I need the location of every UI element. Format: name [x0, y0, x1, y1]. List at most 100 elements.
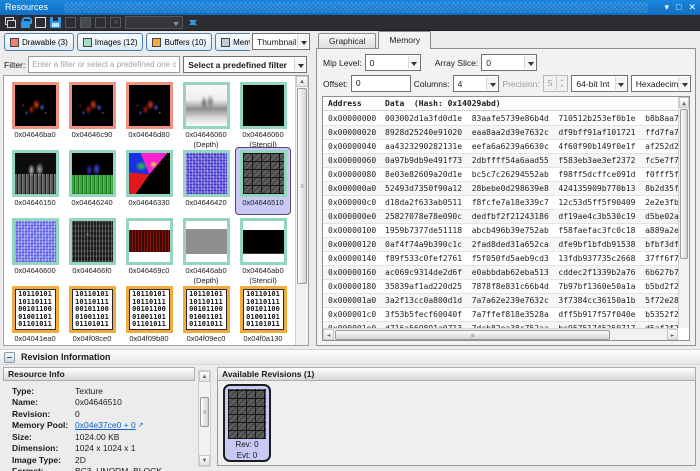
save-icon[interactable]: [50, 17, 61, 28]
int-format-select[interactable]: 64-bit Int: [571, 75, 627, 92]
hex-row[interactable]: 0x000000c0 d18da2f633ab0511 f8fcfe7a18e3…: [323, 196, 678, 210]
thumbnail-tile[interactable]: 0x04646060 (Depth): [178, 79, 234, 147]
thumbnail-tile[interactable]: 10110101 10110111 00101100 01001101 0110…: [121, 283, 177, 345]
scrollbar-thumb[interactable]: [680, 109, 688, 259]
scrollbar-thumb[interactable]: ≡: [297, 88, 307, 284]
resource-info-value[interactable]: 0x04e37ce0 + 0: [75, 420, 136, 430]
thumbnail-image: 10110101 10110111 00101100 01001101 0110…: [183, 286, 230, 333]
hex-row[interactable]: 0x00000060 0a97b9db9e491f73 2dbffff54a6a…: [323, 154, 678, 168]
thumbnail-tile[interactable]: 0x046469c0: [121, 215, 177, 283]
thumbnail-tile[interactable]: 0x04646ab0 (Stencil): [235, 215, 291, 283]
resource-info-label: Name:: [12, 397, 75, 407]
scrollbar-thumb[interactable]: ≡: [200, 397, 209, 427]
thumbnail-tile[interactable]: 0x04646420: [178, 147, 234, 215]
filter-row: Filter: Select a predefined filter: [4, 56, 310, 73]
hex-row[interactable]: 0x000001a0 3a2f13cc0a800d1d 7a7a62e239e7…: [323, 294, 678, 308]
buffer-binary-preview: 10110101 10110111 00101100 01001101 0110…: [186, 289, 227, 329]
filter-input[interactable]: [28, 56, 180, 73]
columns-select[interactable]: 4: [453, 75, 500, 92]
hex-row[interactable]: 0x00000040 aa4323290282131e eefa6a6239a6…: [323, 140, 678, 154]
hex-row[interactable]: 0x000000e0 25827078e78e090c dedfbf2f2124…: [323, 210, 678, 224]
predefined-filter-select[interactable]: Select a predefined filter: [183, 56, 307, 73]
tab-memory[interactable]: Memory: [378, 31, 431, 49]
toolbar: [0, 15, 700, 31]
scroll-left-icon[interactable]: ◄: [323, 329, 334, 340]
offset-input[interactable]: 0: [351, 75, 411, 92]
thumbnail-tile[interactable]: 0x04646240: [64, 147, 120, 215]
thumbnail-tile[interactable]: 10110101 10110111 00101100 01001101 0110…: [64, 283, 120, 345]
revision-information-title: Revision Information: [21, 352, 111, 362]
filter-button-memory[interactable]: Memory (20): [215, 33, 250, 51]
hex-row[interactable]: 0x00000000 003002d1a3fd0d1e 83aafe5739e8…: [323, 112, 678, 126]
thumbnail-tile[interactable]: 0x04646ba0: [7, 79, 63, 147]
view-mode-select[interactable]: Thumbnails: [252, 33, 310, 50]
hex-vertical-scrollbar[interactable]: ▲: [678, 97, 689, 328]
display-format-select[interactable]: Hexadecimal: [631, 75, 691, 92]
disabled-tool-3-icon[interactable]: [95, 17, 106, 28]
hex-row[interactable]: 0x000000a0 52493d7350f90a12 28bebe0d2986…: [323, 182, 678, 196]
thumbnail-tile[interactable]: 0x04646ab0 (Depth): [178, 215, 234, 283]
thumbnail-tile[interactable]: 0x04646060 (Stencil): [235, 79, 291, 147]
thumbnail-scrollbar[interactable]: ▲ ≡: [295, 76, 308, 345]
revision-card[interactable]: Rev: 0 Evt: 0: [223, 384, 271, 462]
resource-info-scrollbar[interactable]: ▲ ≡ ▼: [198, 370, 211, 467]
tab-graphical[interactable]: Graphical: [318, 33, 376, 49]
scroll-right-icon[interactable]: ►: [667, 329, 678, 340]
predefined-filter-value: Select a predefined filter: [188, 60, 287, 70]
titlebar[interactable]: Resources ▾ □ ✕: [0, 0, 700, 15]
thumbnail-tile[interactable]: 0x04646d80: [121, 79, 177, 147]
hex-row[interactable]: 0x00000160 ac069c9314de2d6f e0abbdab62eb…: [323, 266, 678, 280]
thumbnail-tile[interactable]: 10110101 10110111 00101100 01001101 0110…: [7, 283, 63, 345]
thumbnail-tile[interactable]: 0x04646600: [7, 215, 63, 283]
hex-row[interactable]: 0x00000020 8928d25240e91020 eaa8aa2d39e7…: [323, 126, 678, 140]
collapse-icon[interactable]: [4, 352, 15, 363]
resource-info-row: Size: 1024.00 KB: [12, 431, 195, 443]
hex-horizontal-scrollbar[interactable]: ◄ ≡ ►: [323, 328, 678, 340]
array-slice-select[interactable]: 0: [481, 54, 537, 71]
maximize-icon[interactable]: □: [676, 0, 681, 15]
columns-label: Columns:: [414, 79, 450, 89]
scroll-up-icon[interactable]: ▲: [199, 371, 210, 382]
disabled-tool-4-icon[interactable]: [110, 17, 121, 28]
resource-info-row: Image Type: 2D: [12, 454, 195, 466]
thumbnail-tile[interactable]: 0x046466f0: [64, 215, 120, 283]
hex-row-address: 0x00000180: [323, 282, 385, 291]
selection-region-icon[interactable]: [35, 17, 46, 28]
available-revisions-group: Available Revisions (1) Rev: 0 Evt: 0: [217, 367, 696, 466]
hex-row[interactable]: 0x00000140 f89f533c0fef2761 f5f050fd5aeb…: [323, 252, 678, 266]
lock-icon[interactable]: [20, 17, 31, 28]
resource-info-value: 0: [75, 409, 80, 419]
window-menu-icon[interactable]: ▾: [664, 0, 669, 15]
disabled-tool-2-icon[interactable]: [80, 17, 91, 28]
scrollbar-thumb[interactable]: ≡: [335, 330, 610, 340]
hex-row-data: 3f53b5fecf60040f 7a7ffef818e3528a dff5b9…: [385, 310, 678, 319]
hex-row[interactable]: 0x00000100 1959b7377de51118 abcb496b39e7…: [323, 224, 678, 238]
hex-dump-table[interactable]: Address Data (Hash: 0x14029abd) 0x000000…: [322, 96, 690, 341]
hex-row[interactable]: 0x00000120 0af4f74a9b390c1c 2fad8ded31a6…: [323, 238, 678, 252]
scroll-down-icon[interactable]: ▼: [199, 455, 210, 466]
filter-button-images[interactable]: Images (12): [77, 33, 144, 51]
revision-information-header[interactable]: Revision Information: [0, 349, 700, 365]
mip-level-select[interactable]: 0: [365, 54, 421, 71]
hex-row[interactable]: 0x00000080 8e03e82609a20d1e bc5c7c262945…: [323, 168, 678, 182]
hex-row[interactable]: 0x00000180 35839af1ad220d25 7878f8e831c6…: [323, 280, 678, 294]
thumbnail-address: 0x04646240: [71, 198, 112, 207]
thumbnail-tile[interactable]: 0x04646150: [7, 147, 63, 215]
thumbnail-tile[interactable]: 0x04646c90: [64, 79, 120, 147]
thumbnail-tile[interactable]: 0x04646510: [235, 147, 291, 215]
close-icon[interactable]: ✕: [688, 0, 696, 15]
fit-vertical-icon[interactable]: [187, 17, 198, 28]
thumbnail-tile[interactable]: 0x04646330: [121, 147, 177, 215]
filter-button-buffers[interactable]: Buffers (10): [146, 33, 212, 51]
disabled-tool-1-icon[interactable]: [65, 17, 76, 28]
thumbnail-tile[interactable]: 10110101 10110111 00101100 01001101 0110…: [178, 283, 234, 345]
resource-info-label: Type:: [12, 386, 75, 396]
resource-select-combo[interactable]: [125, 16, 183, 29]
cascade-windows-icon[interactable]: [5, 17, 16, 28]
filter-button-drawable[interactable]: Drawable (3): [4, 33, 74, 51]
precision-value: 5: [548, 78, 553, 88]
scroll-up-icon[interactable]: ▲: [296, 76, 308, 87]
hex-row[interactable]: 0x000001c0 3f53b5fecf60040f 7a7ffef818e3…: [323, 308, 678, 322]
scroll-up-icon[interactable]: ▲: [679, 97, 689, 108]
thumbnail-tile[interactable]: 10110101 10110111 00101100 01001101 0110…: [235, 283, 291, 345]
